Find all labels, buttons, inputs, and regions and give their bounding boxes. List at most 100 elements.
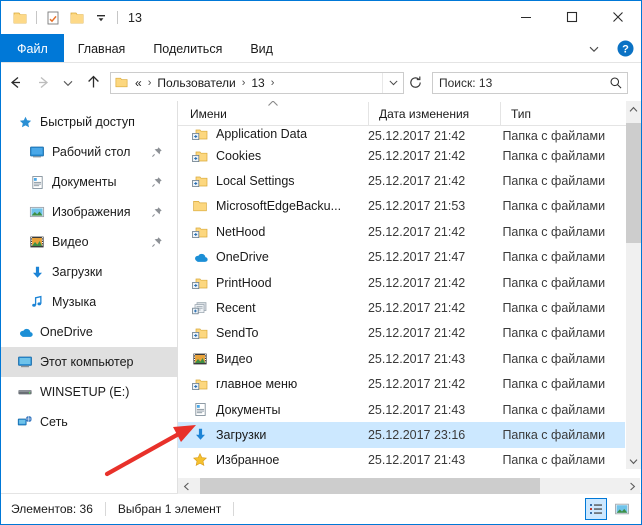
vertical-scrollbar-thumb[interactable] xyxy=(626,123,641,243)
row-name-cell: главное меню xyxy=(178,375,366,393)
table-row[interactable]: Local Settings 25.12.2017 21:42 Папка с … xyxy=(178,168,625,193)
file-list-pane: Имени Дата изменения Тип Application Dat… xyxy=(178,101,641,494)
forward-button[interactable] xyxy=(29,68,57,98)
scroll-down-icon[interactable] xyxy=(626,453,641,469)
up-button[interactable] xyxy=(79,68,107,98)
tab-view[interactable]: Вид xyxy=(236,34,287,63)
table-row[interactable]: PrintHood 25.12.2017 21:42 Папка с файла… xyxy=(178,270,625,295)
table-row[interactable]: Избранное 25.12.2017 21:43 Папка с файла… xyxy=(178,448,625,467)
sidebar-item-videos[interactable]: Видео xyxy=(1,227,177,257)
ribbon-tabs: Файл Главная Поделиться Вид ? xyxy=(1,34,641,63)
row-type: Папка с файлами xyxy=(502,250,606,265)
scroll-left-icon[interactable] xyxy=(178,478,194,494)
row-date: 25.12.2017 21:42 xyxy=(367,174,466,189)
address-dropdown-icon[interactable] xyxy=(382,72,403,93)
table-row[interactable]: MicrosoftEdgeBacku... 25.12.2017 21:53 П… xyxy=(178,194,625,219)
pin-icon[interactable] xyxy=(151,236,163,248)
column-label: Дата изменения xyxy=(379,106,470,121)
row-name: PrintHood xyxy=(216,275,272,290)
chevron-down-icon[interactable] xyxy=(583,38,605,60)
search-icon[interactable] xyxy=(605,76,627,90)
folder-icon[interactable] xyxy=(8,6,32,30)
table-row[interactable]: NetHood 25.12.2017 21:42 Папка с файлами xyxy=(178,219,625,244)
pin-icon[interactable] xyxy=(151,176,163,188)
sidebar-item-this-pc[interactable]: Этот компьютер xyxy=(1,347,177,377)
row-name: Видео xyxy=(216,351,253,366)
documents-icon xyxy=(190,401,210,419)
row-name-cell: PrintHood xyxy=(178,274,366,292)
table-row[interactable]: главное меню 25.12.2017 21:42 Папка с фа… xyxy=(178,372,625,397)
breadcrumb-item-13[interactable]: 13 xyxy=(250,76,265,90)
recent-locations-button[interactable] xyxy=(57,68,79,98)
row-name: Избранное xyxy=(216,453,280,467)
row-type: Папка с файлами xyxy=(502,275,606,290)
breadcrumb-overflow[interactable]: « xyxy=(134,76,143,90)
folder-junction-icon xyxy=(190,375,210,393)
back-button[interactable] xyxy=(1,68,29,98)
help-icon[interactable]: ? xyxy=(613,37,637,61)
properties-icon[interactable] xyxy=(41,6,65,30)
row-name: Документы xyxy=(216,402,281,417)
tab-file[interactable]: Файл xyxy=(1,34,64,63)
table-row[interactable]: Документы 25.12.2017 21:43 Папка с файла… xyxy=(178,397,625,422)
minimize-button[interactable] xyxy=(503,1,549,32)
favorites-star-icon xyxy=(190,451,210,467)
breadcrumb: « › Пользователи › 13 › xyxy=(134,76,382,90)
sidebar-item-music[interactable]: Музыка xyxy=(1,287,177,317)
sidebar-item-quick-access[interactable]: Быстрый доступ xyxy=(1,107,177,137)
table-row[interactable]: Application Data 25.12.2017 21:42 Папка … xyxy=(178,125,625,143)
search-box[interactable]: Поиск: 13 xyxy=(432,71,628,94)
horizontal-scrollbar[interactable] xyxy=(178,478,640,494)
onedrive-icon xyxy=(190,248,210,266)
column-header-date-modified[interactable]: Дата изменения xyxy=(368,102,500,125)
horizontal-scrollbar-track[interactable] xyxy=(194,478,624,494)
table-row[interactable]: SendTo 25.12.2017 21:42 Папка с файлами xyxy=(178,321,625,346)
table-row[interactable]: Видео 25.12.2017 21:43 Папка с файлами xyxy=(178,346,625,371)
sidebar-item-winsetup-drive[interactable]: WINSETUP (E:) xyxy=(1,377,177,407)
column-header-type[interactable]: Тип xyxy=(500,102,640,125)
column-label: Имени xyxy=(190,106,227,121)
table-row[interactable]: Recent 25.12.2017 21:42 Папка с файлами xyxy=(178,295,625,320)
breadcrumb-item-users[interactable]: Пользователи xyxy=(156,76,236,90)
row-name-cell: Загрузки xyxy=(178,426,366,444)
horizontal-scrollbar-thumb[interactable] xyxy=(200,478,540,494)
row-name: Cookies xyxy=(216,148,262,163)
refresh-button[interactable] xyxy=(404,73,426,93)
sidebar-item-network[interactable]: Сеть xyxy=(1,407,177,437)
row-name: главное меню xyxy=(216,377,298,392)
column-headers: Имени Дата изменения Тип xyxy=(178,101,640,126)
close-button[interactable] xyxy=(595,1,641,32)
scroll-up-icon[interactable] xyxy=(626,101,641,117)
tab-home[interactable]: Главная xyxy=(64,34,140,63)
address-folder-icon xyxy=(114,75,129,90)
vertical-scrollbar[interactable] xyxy=(626,101,641,469)
search-input[interactable]: Поиск: 13 xyxy=(433,76,605,90)
sidebar-item-documents[interactable]: Документы xyxy=(1,167,177,197)
tab-share[interactable]: Поделиться xyxy=(139,34,236,63)
row-date: 25.12.2017 21:42 xyxy=(367,301,466,316)
large-icons-view-button[interactable] xyxy=(611,498,633,520)
sidebar-item-onedrive[interactable]: OneDrive xyxy=(1,317,177,347)
navigation-bar: « › Пользователи › 13 › Поиск: 13 xyxy=(1,64,641,101)
address-bar[interactable]: « › Пользователи › 13 › xyxy=(110,71,404,94)
sidebar-item-downloads[interactable]: Загрузки xyxy=(1,257,177,287)
table-row-selected[interactable]: Загрузки 25.12.2017 23:16 Папка с файлам… xyxy=(178,422,625,448)
details-view-button[interactable] xyxy=(585,498,607,520)
drive-icon xyxy=(15,383,35,401)
sidebar-item-pictures[interactable]: Изображения xyxy=(1,197,177,227)
pin-icon[interactable] xyxy=(151,146,163,158)
pin-icon[interactable] xyxy=(151,206,163,218)
status-bar: Элементов: 36 Выбран 1 элемент xyxy=(1,493,641,524)
new-folder-icon[interactable] xyxy=(65,6,89,30)
row-date: 25.12.2017 21:42 xyxy=(367,224,466,239)
row-type: Папка с файлами xyxy=(502,148,606,163)
sidebar-item-desktop[interactable]: Рабочий стол xyxy=(1,137,177,167)
customize-dropdown-icon[interactable] xyxy=(89,6,113,30)
table-row[interactable]: OneDrive 25.12.2017 21:47 Папка с файлам… xyxy=(178,245,625,270)
maximize-button[interactable] xyxy=(549,1,595,32)
window-controls xyxy=(503,1,641,32)
breadcrumb-sep-1: › xyxy=(241,76,246,89)
scroll-right-icon[interactable] xyxy=(624,478,640,494)
table-row[interactable]: Cookies 25.12.2017 21:42 Папка с файлами xyxy=(178,143,625,168)
column-header-name[interactable]: Имени xyxy=(178,101,368,125)
